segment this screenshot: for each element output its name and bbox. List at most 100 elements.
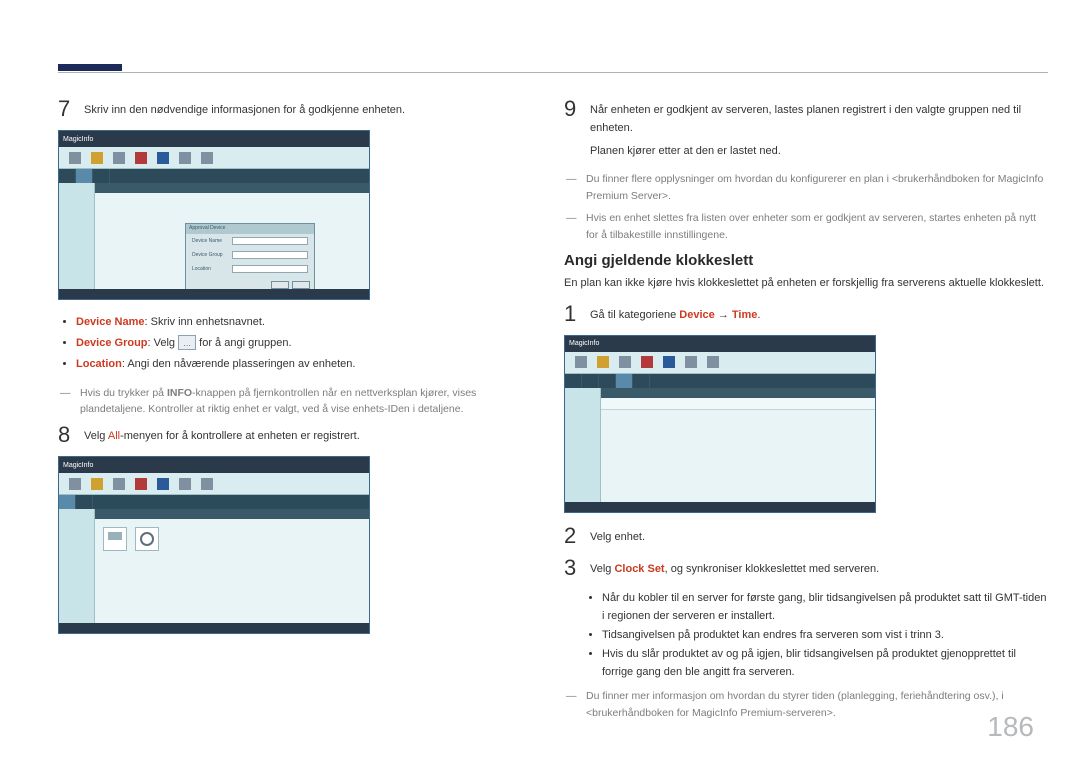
tab — [93, 169, 110, 183]
main-content: 7 Skriv inn den nødvendige informasjonen… — [58, 98, 1048, 728]
step-number: 9 — [564, 98, 590, 161]
browse-icon — [178, 335, 196, 350]
app-logo: MagicInfo — [63, 136, 93, 143]
bold: INFO — [167, 387, 192, 399]
toolbar-icon — [179, 478, 191, 490]
status-bar — [565, 502, 875, 512]
step-9: 9 Når enheten er godkjent av serveren, l… — [564, 98, 1048, 161]
tab — [633, 374, 650, 388]
app-logo: MagicInfo — [569, 340, 599, 347]
sidebar — [565, 388, 601, 502]
screenshot-device-time: MagicInfo — [564, 335, 876, 513]
toolbar-icon — [179, 152, 191, 164]
step-3: 3 Velg Clock Set, og synkroniser klokkes… — [564, 557, 1048, 579]
table-row — [601, 398, 875, 410]
step7-bullets: Device Name: Skriv inn enhetsnavnet. Dev… — [76, 312, 514, 375]
step3-sub-bullets: Når du kobler til en server for første g… — [602, 589, 1048, 682]
grid-header — [95, 183, 369, 193]
step-number: 3 — [564, 557, 590, 579]
toolbar-icon — [597, 356, 609, 368]
step-8: 8 Velg All-menyen for å kontrollere at e… — [58, 424, 514, 446]
main-pane — [601, 388, 875, 502]
toolbar-icon — [157, 152, 169, 164]
sub-bullet: Hvis du slår produktet av og på igjen, b… — [602, 645, 1048, 682]
step-text: Velg enhet. — [590, 525, 645, 547]
grid-header — [95, 509, 369, 519]
sidebar — [59, 183, 95, 289]
tab — [76, 169, 93, 183]
tab — [565, 374, 582, 388]
cancel-button — [292, 281, 310, 289]
toolbar-icon — [113, 152, 125, 164]
grid-header — [601, 388, 875, 398]
screenshot-all-devices: MagicInfo — [58, 456, 370, 634]
toolbar-icon — [641, 356, 653, 368]
final-note: Du finner mer informasjon om hvordan du … — [578, 688, 1048, 722]
sub-bullet: Tidsangivelsen på produktet kan endres f… — [602, 626, 1048, 645]
bullet: Device Name: Skriv inn enhetsnavnet. — [76, 312, 514, 333]
header-rule — [58, 72, 1048, 73]
toolbar-icon — [69, 152, 81, 164]
step-text: Når enheten er godkjent av serveren, las… — [590, 98, 1048, 161]
step-1: 1 Gå til kategoriene Device → Time. — [564, 303, 1048, 325]
step-text: Skriv inn den nødvendige informasjonen f… — [84, 98, 405, 120]
step-number: 1 — [564, 303, 590, 325]
device-thumb — [135, 527, 159, 551]
step-2: 2 Velg enhet. — [564, 525, 1048, 547]
bullet: Location: Angi den nåværende plasseringe… — [76, 354, 514, 375]
device-thumb — [103, 527, 127, 551]
tab — [76, 495, 93, 509]
sub-bullet: Når du kobler til en server for første g… — [602, 589, 1048, 626]
page-number: 186 — [987, 711, 1034, 743]
dialog-title: Approval Device — [186, 224, 314, 234]
toolbar-icon — [91, 152, 103, 164]
left-column: 7 Skriv inn den nødvendige informasjonen… — [58, 98, 514, 728]
toolbar-icon — [707, 356, 719, 368]
ok-button — [271, 281, 289, 289]
step-text: Velg All-menyen for å kontrollere at enh… — [84, 424, 360, 446]
app-logo: MagicInfo — [63, 462, 93, 469]
step-number: 8 — [58, 424, 84, 446]
status-bar — [59, 289, 369, 299]
sidebar — [59, 509, 95, 623]
tab — [59, 169, 76, 183]
toolbar-icon — [135, 478, 147, 490]
main-pane — [95, 509, 369, 623]
input — [232, 265, 308, 273]
step-text: Gå til kategoriene Device → Time. — [590, 303, 760, 325]
tab — [599, 374, 616, 388]
screenshot-approve-device: MagicInfo — [58, 130, 370, 300]
approval-dialog: Approval Device Device Name Device Group… — [185, 223, 315, 293]
bullet: Device Group: Velg for å angi gruppen. — [76, 333, 514, 354]
step-number: 7 — [58, 98, 84, 120]
tab — [582, 374, 599, 388]
toolbar-icon — [201, 478, 213, 490]
toolbar-icon — [135, 152, 147, 164]
toolbar-icon — [619, 356, 631, 368]
toolbar-icon — [113, 478, 125, 490]
note-9b: Hvis en enhet slettes fra listen over en… — [578, 210, 1048, 244]
step7-note: Hvis du trykker på INFO-knappen på fjern… — [72, 385, 514, 419]
toolbar-icon — [663, 356, 675, 368]
label: Location — [192, 266, 228, 272]
tab — [59, 495, 76, 509]
toolbar-icon — [201, 152, 213, 164]
toolbar-icon — [91, 478, 103, 490]
step-number: 2 — [564, 525, 590, 547]
step-text: Velg Clock Set, og synkroniser klokkesle… — [590, 557, 879, 579]
toolbar-icon — [575, 356, 587, 368]
tab — [616, 374, 633, 388]
input — [232, 251, 308, 259]
main-pane: Approval Device Device Name Device Group… — [95, 183, 369, 289]
note-9a: Du finner flere opplysninger om hvordan … — [578, 171, 1048, 205]
section-desc: En plan kan ikke kjøre hvis klokkeslette… — [564, 275, 1048, 293]
toolbar-icon — [69, 478, 81, 490]
input — [232, 237, 308, 245]
section-title: Angi gjeldende klokkeslett — [564, 252, 1048, 269]
toolbar-icon — [685, 356, 697, 368]
step-7: 7 Skriv inn den nødvendige informasjonen… — [58, 98, 514, 120]
header-accent-bar — [58, 64, 122, 71]
toolbar-icon — [157, 478, 169, 490]
status-bar — [59, 623, 369, 633]
label: Device Group — [192, 252, 228, 258]
